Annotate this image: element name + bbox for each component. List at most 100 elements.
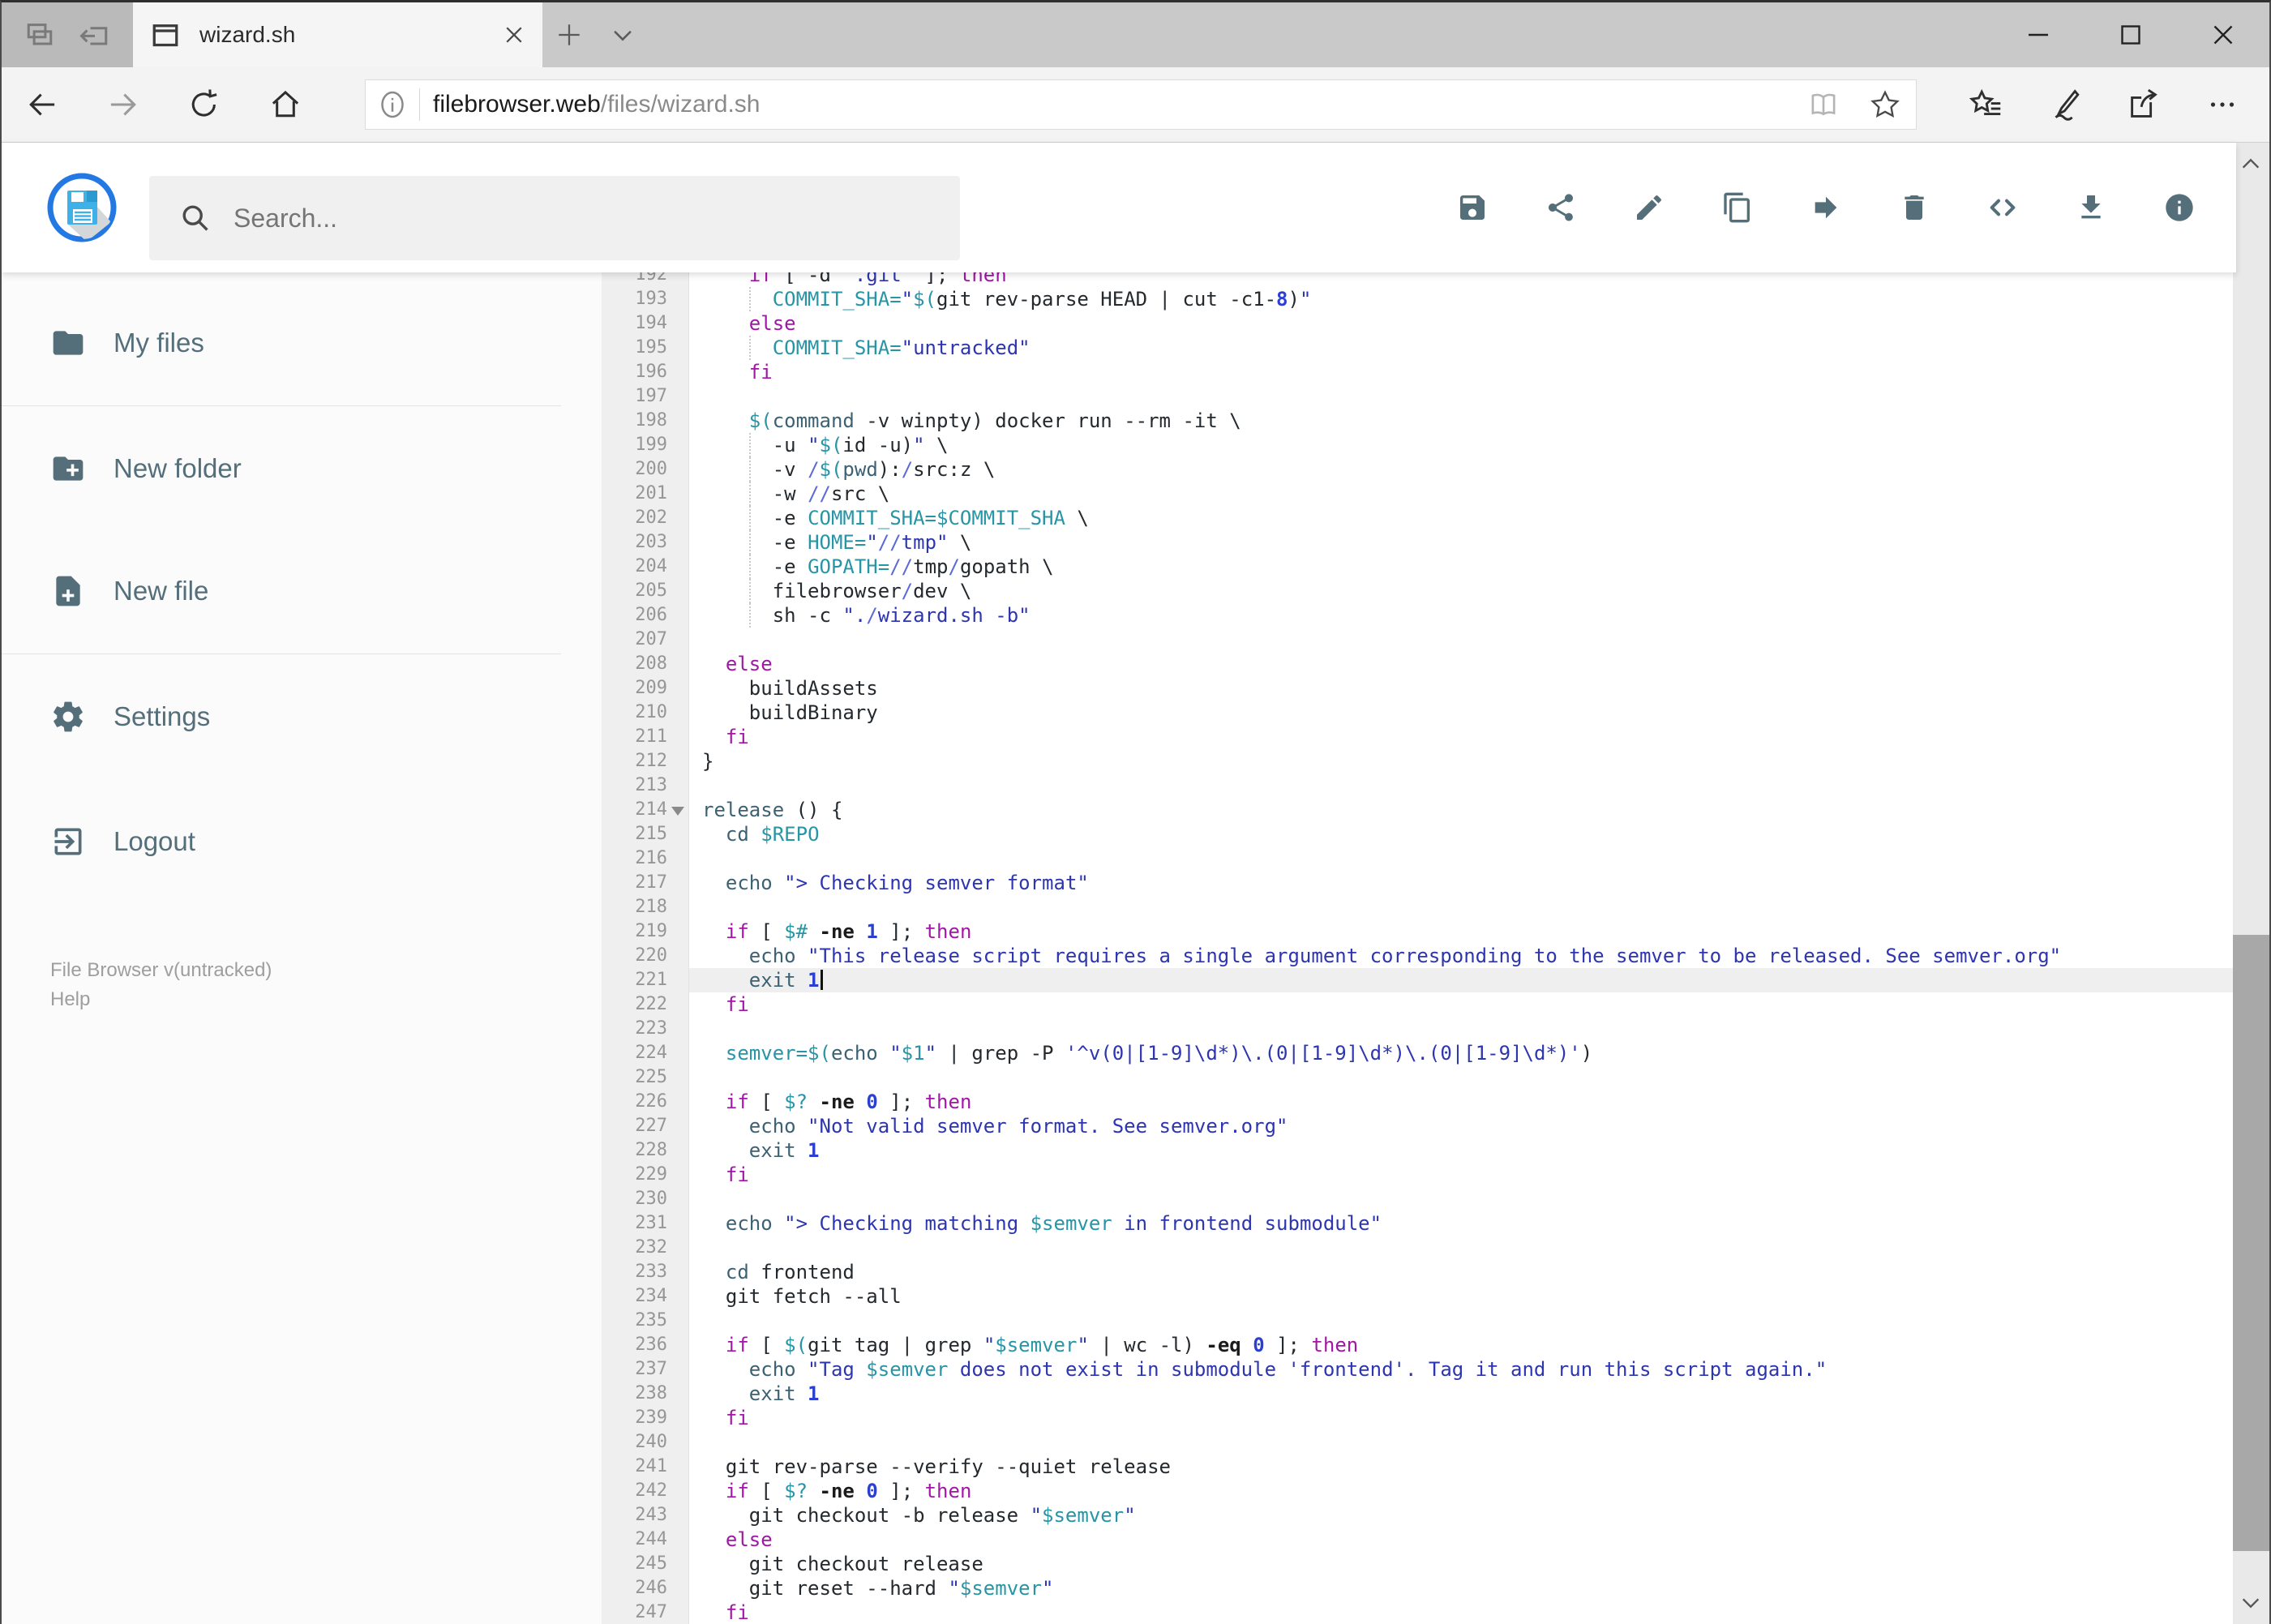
code-line[interactable]: 195 COMMIT_SHA="untracked": [602, 336, 2233, 360]
code-line[interactable]: 224 semver=$(echo "$1" | grep -P '^v(0|[…: [602, 1041, 2233, 1065]
code-line[interactable]: 198 $(command -v winpty) docker run --rm…: [602, 409, 2233, 433]
minimize-button[interactable]: [1992, 2, 2085, 67]
annotate-pen-icon[interactable]: [2025, 67, 2104, 143]
code-line[interactable]: 218: [602, 895, 2233, 919]
save-button[interactable]: [1456, 191, 1489, 224]
code-line[interactable]: 202 -e COMMIT_SHA=$COMMIT_SHA \: [602, 506, 2233, 530]
code-line[interactable]: 245 git checkout release: [602, 1552, 2233, 1576]
code-line[interactable]: 204 -e GOPATH=//tmp/gopath \: [602, 555, 2233, 579]
download-button[interactable]: [2075, 191, 2107, 224]
code-editor[interactable]: 192 if [ -d ".git" ]; then 193 COMMIT_SHA…: [602, 272, 2233, 1624]
code-line[interactable]: 203 -e HOME="//tmp" \: [602, 530, 2233, 555]
delete-button[interactable]: [1898, 191, 1930, 224]
search-bar[interactable]: [149, 176, 960, 260]
scroll-down-icon[interactable]: [2239, 1592, 2262, 1614]
code-line[interactable]: 230: [602, 1187, 2233, 1211]
share-icon[interactable]: [2104, 67, 2183, 143]
back-button[interactable]: [2, 67, 83, 143]
copy-button[interactable]: [1721, 191, 1754, 224]
code-line[interactable]: 229 fi: [602, 1163, 2233, 1187]
more-options-icon[interactable]: [2183, 67, 2261, 143]
code-line[interactable]: 225: [602, 1065, 2233, 1090]
fold-marker-icon[interactable]: [671, 807, 684, 816]
code-line[interactable]: 219 if [ $# -ne 1 ]; then: [602, 919, 2233, 944]
code-line[interactable]: 240: [602, 1430, 2233, 1455]
code-line[interactable]: 220 echo "This release script requires a…: [602, 944, 2233, 968]
add-favorite-star-icon[interactable]: [1854, 88, 1916, 122]
code-line[interactable]: 201 -w //src \: [602, 482, 2233, 506]
code-view-button[interactable]: [1986, 191, 2019, 224]
code-line[interactable]: 209 buildAssets: [602, 676, 2233, 701]
code-line[interactable]: 192 if [ -d ".git" ]; then: [602, 272, 2233, 287]
maximize-button[interactable]: [2085, 2, 2177, 67]
home-button[interactable]: [245, 67, 326, 143]
code-line[interactable]: 226 if [ $? -ne 0 ]; then: [602, 1090, 2233, 1114]
code-line[interactable]: 222 fi: [602, 992, 2233, 1017]
code-line[interactable]: 208 else: [602, 652, 2233, 676]
sidebar-item-new-folder[interactable]: New folder: [50, 439, 553, 498]
code-line[interactable]: 231 echo "> Checking matching $semver in…: [602, 1211, 2233, 1236]
code-line[interactable]: 197: [602, 384, 2233, 409]
code-line[interactable]: 247 fi: [602, 1600, 2233, 1624]
code-line[interactable]: 205 filebrowser/dev \: [602, 579, 2233, 603]
sidebar-item-my-files[interactable]: My files: [50, 314, 553, 372]
code-line[interactable]: 236 if [ $(git tag | grep "$semver" | wc…: [602, 1333, 2233, 1357]
code-line[interactable]: 206 sh -c "./wizard.sh -b": [602, 603, 2233, 628]
code-line[interactable]: 200 -v /$(pwd):/src:z \: [602, 457, 2233, 482]
share-file-button[interactable]: [1545, 191, 1577, 224]
code-line[interactable]: 235: [602, 1309, 2233, 1333]
move-button[interactable]: [1810, 191, 1842, 224]
site-info-icon[interactable]: [366, 88, 419, 121]
code-line[interactable]: 223: [602, 1017, 2233, 1041]
tab-preview-chevron-icon[interactable]: [596, 2, 649, 67]
code-line[interactable]: 234 git fetch --all: [602, 1284, 2233, 1309]
tab-close-icon[interactable]: [502, 23, 526, 47]
code-line[interactable]: 239 fi: [602, 1406, 2233, 1430]
code-line[interactable]: 221 exit 1: [602, 968, 2233, 992]
code-line[interactable]: 210 buildBinary: [602, 701, 2233, 725]
hub-favorites-icon[interactable]: [1947, 67, 2025, 143]
code-line[interactable]: 199 -u "$(id -u)" \: [602, 433, 2233, 457]
code-line[interactable]: 232: [602, 1236, 2233, 1260]
sidebar-item-new-file[interactable]: New file: [50, 562, 553, 620]
code-line[interactable]: 207: [602, 628, 2233, 652]
code-line[interactable]: 233 cd frontend: [602, 1260, 2233, 1284]
scrollbar-thumb[interactable]: [2233, 935, 2269, 1551]
code-line[interactable]: 194 else: [602, 311, 2233, 336]
help-link[interactable]: Help: [50, 985, 90, 1014]
page-scrollbar[interactable]: [2233, 143, 2269, 1624]
code-line[interactable]: 227 echo "Not valid semver format. See s…: [602, 1114, 2233, 1138]
code-line[interactable]: 238 exit 1: [602, 1382, 2233, 1406]
code-line[interactable]: 241 git rev-parse --verify --quiet relea…: [602, 1455, 2233, 1479]
code-line[interactable]: 228 exit 1: [602, 1138, 2233, 1163]
browser-tab[interactable]: wizard.sh: [133, 2, 542, 67]
search-input[interactable]: [234, 203, 882, 234]
filebrowser-logo[interactable]: [46, 172, 118, 243]
set-tabs-aside-icon[interactable]: [77, 17, 113, 53]
code-line[interactable]: 212}: [602, 749, 2233, 773]
sidebar-item-logout[interactable]: Logout: [50, 812, 553, 871]
edit-button[interactable]: [1633, 191, 1665, 224]
sidebar-item-settings[interactable]: Settings: [50, 688, 553, 746]
code-line[interactable]: 214 release () {: [602, 798, 2233, 822]
code-line[interactable]: 237 echo "Tag $semver does not exist in …: [602, 1357, 2233, 1382]
forward-button[interactable]: [83, 67, 164, 143]
new-tab-button[interactable]: [542, 2, 596, 67]
code-line[interactable]: 246 git reset --hard "$semver": [602, 1576, 2233, 1600]
scroll-up-icon[interactable]: [2239, 152, 2262, 175]
code-line[interactable]: 215 cd $REPO: [602, 822, 2233, 846]
tabs-set-aside-icon[interactable]: [22, 17, 58, 53]
code-line[interactable]: 243 git checkout -b release "$semver": [602, 1503, 2233, 1528]
code-line[interactable]: 211 fi: [602, 725, 2233, 749]
address-bar[interactable]: filebrowser.web/files/wizard.sh: [365, 79, 1917, 130]
info-button[interactable]: [2163, 191, 2196, 224]
code-line[interactable]: 216: [602, 846, 2233, 871]
url-text[interactable]: filebrowser.web/files/wizard.sh: [433, 91, 1793, 118]
close-button[interactable]: [2177, 2, 2269, 67]
reading-view-icon[interactable]: [1793, 88, 1854, 122]
code-line[interactable]: 217 echo "> Checking semver format": [602, 871, 2233, 895]
code-line[interactable]: 244 else: [602, 1528, 2233, 1552]
code-line[interactable]: 193 COMMIT_SHA="$(git rev-parse HEAD | c…: [602, 287, 2233, 311]
code-line[interactable]: 196 fi: [602, 360, 2233, 384]
refresh-button[interactable]: [164, 67, 245, 143]
